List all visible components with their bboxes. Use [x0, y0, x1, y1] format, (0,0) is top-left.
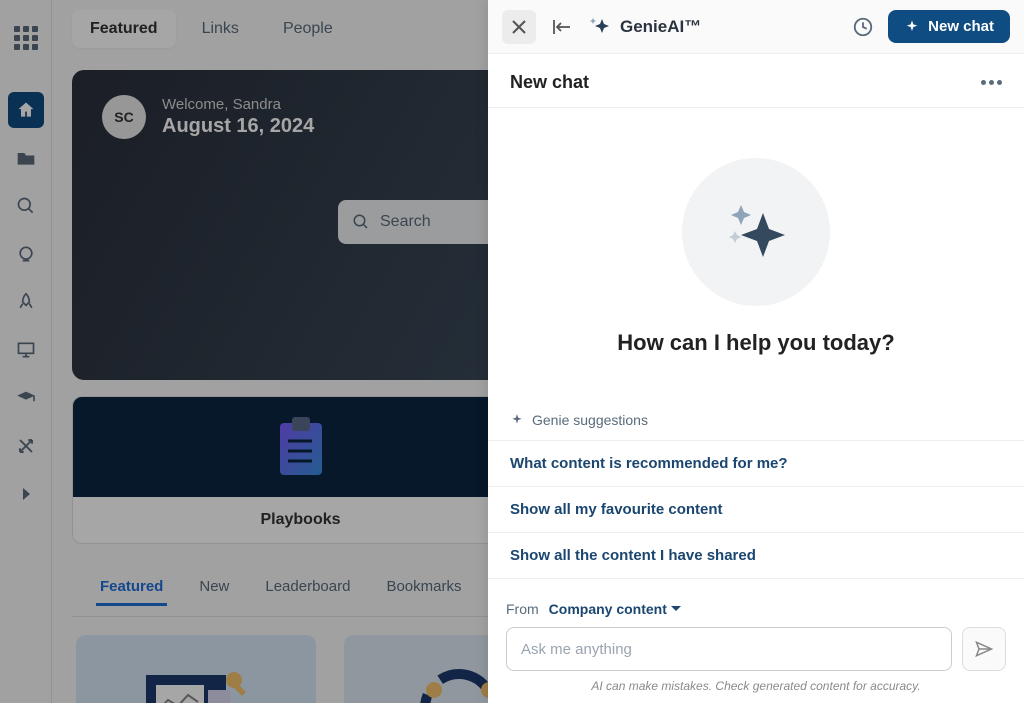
globe-icon[interactable]	[8, 236, 44, 272]
more-options-button[interactable]	[981, 80, 1002, 85]
presentation-icon[interactable]	[8, 332, 44, 368]
tab-people[interactable]: People	[265, 10, 351, 48]
suggestions-header: Genie suggestions	[488, 412, 1024, 440]
sparkle-icon	[904, 19, 920, 35]
education-icon[interactable]	[8, 380, 44, 416]
chat-header: GenieAI™ New chat	[488, 0, 1024, 54]
hero-sparkle-icon	[682, 158, 830, 306]
greeting-text: How can I help you today?	[617, 330, 894, 356]
disclaimer-text: AI can make mistakes. Check generated co…	[506, 679, 1006, 693]
card-playbooks[interactable]: Playbooks	[72, 396, 529, 544]
search-placeholder: Search	[380, 213, 431, 231]
subtab-bookmarks[interactable]: Bookmarks	[382, 570, 465, 606]
chat-title: New chat	[510, 72, 589, 93]
content-card[interactable]	[76, 635, 316, 703]
send-button[interactable]	[962, 627, 1006, 671]
subtab-new[interactable]: New	[195, 570, 233, 606]
avatar[interactable]: SC	[102, 95, 146, 139]
subtab-leaderboard[interactable]: Leaderboard	[261, 570, 354, 606]
chat-input[interactable]: Ask me anything	[506, 627, 952, 671]
apps-grid-icon[interactable]	[8, 20, 44, 56]
collapse-icon	[552, 18, 572, 36]
tab-featured[interactable]: Featured	[72, 10, 176, 48]
new-chat-button[interactable]: New chat	[888, 10, 1010, 43]
source-value: Company content	[549, 601, 667, 617]
chevron-down-icon	[671, 605, 681, 613]
close-icon	[511, 19, 527, 35]
clipboard-icon	[274, 415, 328, 479]
search-icon	[352, 213, 370, 231]
close-chat-button[interactable]	[502, 10, 536, 44]
suggestions: Genie suggestions What content is recomm…	[488, 412, 1024, 579]
collapse-button[interactable]	[548, 13, 576, 41]
rocket-icon[interactable]	[8, 284, 44, 320]
history-button[interactable]	[852, 16, 874, 38]
new-chat-label: New chat	[928, 18, 994, 35]
source-selector[interactable]: Company content	[549, 601, 681, 617]
suggestion-item[interactable]: Show all my favourite content	[488, 486, 1024, 532]
chat-body: How can I help you today? Genie suggesti…	[488, 108, 1024, 587]
tab-links[interactable]: Links	[184, 10, 257, 48]
clock-icon	[852, 16, 874, 38]
folder-icon[interactable]	[8, 140, 44, 176]
suggestion-item[interactable]: Show all the content I have shared	[488, 532, 1024, 579]
brand: GenieAI™	[588, 15, 701, 39]
card-label: Playbooks	[73, 497, 528, 543]
subtab-featured[interactable]: Featured	[96, 570, 167, 606]
left-nav	[0, 0, 52, 703]
chat-subheader: New chat	[488, 54, 1024, 108]
expand-icon[interactable]	[8, 476, 44, 512]
sparkle-icon	[510, 413, 524, 427]
chat-panel: GenieAI™ New chat New chat How can I hel…	[488, 0, 1024, 703]
send-icon	[974, 639, 994, 659]
input-placeholder: Ask me anything	[521, 641, 632, 658]
home-icon[interactable]	[8, 92, 44, 128]
hero-date: August 16, 2024	[162, 115, 314, 138]
suggestions-label: Genie suggestions	[532, 412, 648, 428]
shuffle-icon[interactable]	[8, 428, 44, 464]
chat-footer: From Company content Ask me anything AI …	[488, 587, 1024, 703]
from-label: From	[506, 601, 539, 617]
sparkle-icon	[588, 15, 612, 39]
suggestion-item[interactable]: What content is recommended for me?	[488, 440, 1024, 486]
search-nav-icon[interactable]	[8, 188, 44, 224]
welcome-text: Welcome, Sandra	[162, 96, 314, 113]
brand-label: GenieAI™	[620, 17, 701, 37]
